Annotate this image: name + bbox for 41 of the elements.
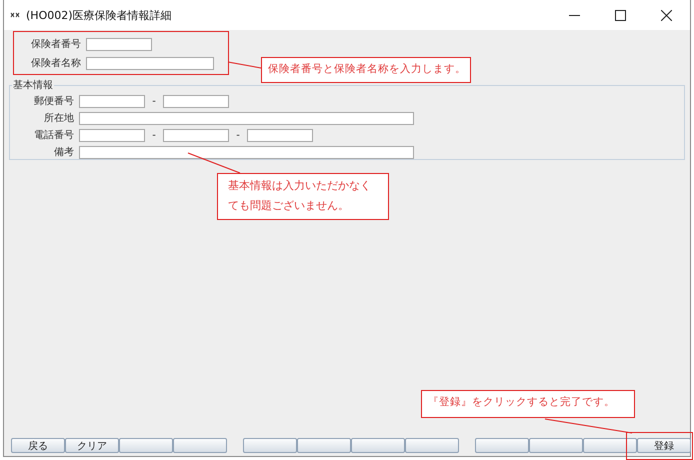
callout-note: 『登録』をクリックすると完了です。 bbox=[421, 390, 635, 418]
separator: - bbox=[235, 130, 241, 140]
input-field[interactable] bbox=[163, 94, 229, 108]
callout-note: 保険者番号と保険者名称を入力します。 bbox=[261, 57, 471, 83]
separator: - bbox=[151, 96, 157, 106]
field-label: 郵便番号 bbox=[33, 94, 74, 108]
highlight-frame bbox=[626, 432, 693, 460]
field-label: 保険者名称 bbox=[30, 56, 81, 70]
group-title: 基本情報 bbox=[12, 78, 54, 92]
field-label: 備考 bbox=[53, 146, 74, 159]
field-label: 所在地 bbox=[43, 112, 74, 125]
input-field[interactable] bbox=[163, 128, 229, 142]
separator: - bbox=[151, 130, 157, 140]
blank-button[interactable] bbox=[297, 438, 351, 453]
toolbar-button[interactable]: クリア bbox=[65, 438, 119, 453]
leader-line bbox=[188, 152, 240, 174]
input-field[interactable] bbox=[247, 128, 313, 142]
input-field[interactable] bbox=[79, 128, 145, 142]
blank-button[interactable] bbox=[243, 438, 297, 453]
window-title: (HO002)医療保険者情報詳細 bbox=[26, 8, 172, 22]
input-field[interactable] bbox=[79, 112, 414, 124]
field-label: 電話番号 bbox=[33, 128, 74, 142]
app-icon bbox=[10, 12, 20, 18]
maximize-icon[interactable] bbox=[615, 10, 626, 20]
input-field[interactable] bbox=[79, 94, 145, 108]
input-field[interactable] bbox=[86, 56, 214, 70]
blank-button[interactable] bbox=[351, 438, 405, 453]
blank-button[interactable] bbox=[583, 438, 637, 453]
blank-button[interactable] bbox=[529, 438, 583, 453]
close-icon[interactable] bbox=[661, 10, 672, 20]
blank-button[interactable] bbox=[475, 438, 529, 453]
toolbar-button[interactable]: 登録 bbox=[637, 438, 691, 453]
blank-button[interactable] bbox=[405, 438, 459, 453]
leader-line bbox=[228, 62, 262, 68]
blank-button[interactable] bbox=[173, 438, 227, 453]
input-field[interactable] bbox=[79, 146, 414, 158]
toolbar-button[interactable]: 戻る bbox=[11, 438, 65, 453]
callout-note: 基本情報は入力いただかなくても問題ございません。 bbox=[217, 173, 389, 220]
input-field[interactable] bbox=[86, 38, 152, 50]
blank-button[interactable] bbox=[119, 438, 173, 453]
field-label: 保険者番号 bbox=[30, 38, 81, 51]
